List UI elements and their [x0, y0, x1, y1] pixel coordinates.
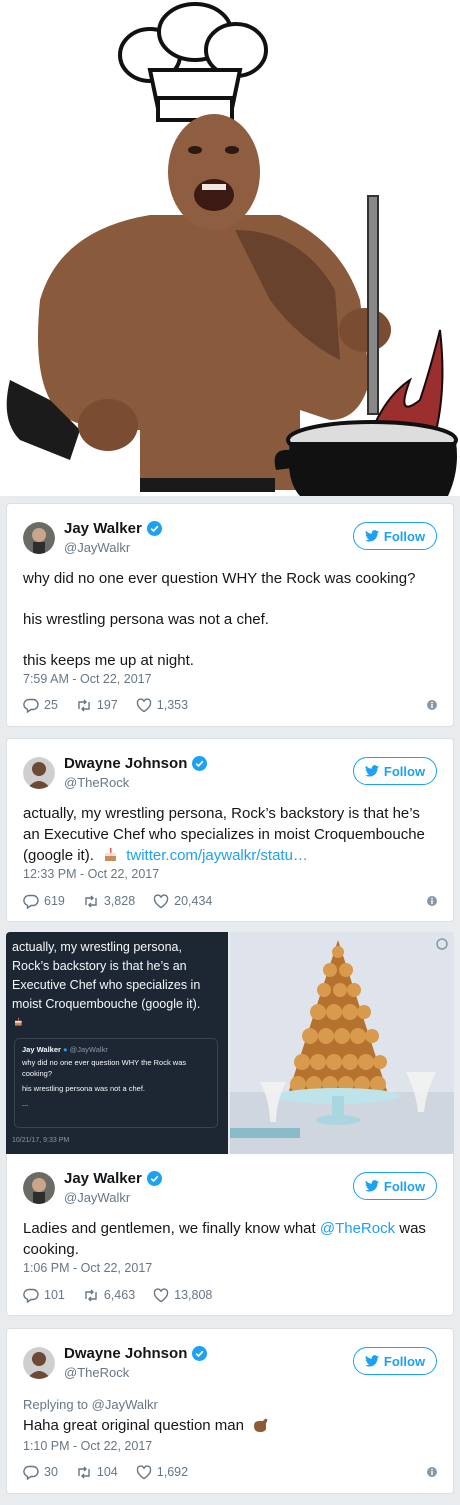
display-name[interactable]: Jay Walker — [64, 1170, 162, 1187]
follow-button[interactable]: Follow — [353, 1172, 437, 1200]
verified-badge-icon — [192, 756, 208, 771]
pot-icon — [274, 420, 458, 496]
avatar[interactable] — [23, 1172, 55, 1204]
twitter-bird-icon — [364, 1180, 379, 1192]
tweet-card: Jay Walker @JayWalkr Follow Ladies and g… — [6, 1154, 454, 1316]
screenshot-text: actually, my wrestling persona, Rock’s b… — [12, 938, 220, 1033]
reply-icon — [23, 698, 39, 713]
retweet-icon — [78, 1466, 90, 1478]
tweet-text: Ladies and gentlemen, we finally know wh… — [23, 1220, 426, 1258]
retweet-button[interactable]: 104 — [76, 1465, 118, 1480]
reply-icon — [23, 1465, 39, 1480]
tweet-text: Haha great original question man — [23, 1415, 439, 1436]
user-handle[interactable]: @TheRock — [64, 1365, 129, 1380]
tweet-card: Dwayne Johnson @TheRock Follow Replying … — [6, 1328, 454, 1494]
heart-icon — [136, 1464, 151, 1479]
follow-button[interactable]: Follow — [353, 757, 437, 785]
info-icon[interactable] — [427, 1467, 437, 1477]
tweet-card: Jay Walker @JayWalkr Follow why did no o… — [6, 503, 454, 727]
user-handle[interactable]: @JayWalkr — [64, 1190, 130, 1205]
croquembouche-photo — [230, 932, 454, 1154]
tweet-text: actually, my wrestling persona, Rock’s b… — [23, 805, 425, 864]
retweet-icon — [78, 699, 90, 711]
user-handle[interactable]: @TheRock — [64, 775, 129, 790]
user-handle[interactable]: @JayWalkr — [64, 540, 130, 555]
retweet-icon — [85, 1289, 97, 1301]
avatar[interactable] — [23, 757, 55, 789]
tweet-timestamp[interactable]: 7:59 AM - Oct 22, 2017 — [23, 672, 152, 686]
tweet-media[interactable]: actually, my wrestling persona, Rock’s b… — [6, 932, 454, 1154]
cake-icon — [15, 1017, 22, 1026]
like-button[interactable]: 1,692 — [136, 1464, 188, 1480]
reply-icon — [23, 894, 39, 909]
info-icon[interactable] — [427, 700, 437, 710]
screenshot-timestamp: 10/21/17, 9:33 PM — [12, 1137, 70, 1144]
display-name[interactable]: Dwayne Johnson — [64, 1345, 208, 1362]
mention-link[interactable]: @TheRock — [320, 1220, 395, 1237]
verified-badge-icon — [192, 1346, 208, 1361]
heart-icon — [153, 893, 169, 908]
tweet-actions: 30 104 1,692 — [23, 1463, 437, 1481]
tweet-text: why did no one ever question WHY the Roc… — [23, 570, 416, 669]
retweet-button[interactable]: 6,463 — [83, 1288, 135, 1303]
hero-image — [0, 0, 460, 496]
tweet-link[interactable]: twitter.com/jaywalkr/statu… — [126, 847, 308, 864]
display-name[interactable]: Dwayne Johnson — [64, 755, 208, 772]
reply-button[interactable]: 101 — [23, 1288, 65, 1303]
verified-badge-icon — [146, 1171, 162, 1186]
retweet-button[interactable]: 3,828 — [83, 894, 135, 909]
spoon-icon — [367, 195, 379, 415]
info-icon[interactable] — [427, 896, 437, 906]
cake-icon — [105, 848, 117, 861]
tweet-screenshot-image: actually, my wrestling persona, Rock’s b… — [6, 932, 228, 1154]
hand-gesture-icon — [254, 1418, 268, 1432]
like-button[interactable]: 20,434 — [153, 893, 212, 909]
retweet-icon — [85, 895, 97, 907]
follow-button[interactable]: Follow — [353, 522, 437, 550]
chef-illustration — [6, 2, 458, 496]
tweet-timestamp[interactable]: 12:33 PM - Oct 22, 2017 — [23, 867, 159, 881]
reply-button[interactable]: 30 — [23, 1465, 58, 1480]
tweet-card: Dwayne Johnson @TheRock Follow actually,… — [6, 738, 454, 922]
tweet-actions: 619 3,828 20,434 — [23, 892, 437, 910]
tweet-actions: 25 197 1,353 — [23, 696, 437, 714]
chef-hat-icon — [118, 2, 268, 122]
follow-button[interactable]: Follow — [353, 1347, 437, 1375]
heart-icon — [136, 697, 151, 712]
verified-badge-icon — [146, 521, 162, 536]
twitter-bird-icon — [364, 530, 379, 542]
twitter-bird-icon — [364, 1355, 379, 1367]
retweet-button[interactable]: 197 — [76, 698, 118, 713]
tweet-actions: 101 6,463 13,808 — [23, 1286, 437, 1304]
reply-button[interactable]: 25 — [23, 698, 58, 713]
like-button[interactable]: 1,353 — [136, 697, 188, 713]
heart-icon — [153, 1287, 169, 1302]
avatar[interactable] — [23, 522, 55, 554]
tweet-timestamp[interactable]: 1:10 PM - Oct 22, 2017 — [23, 1439, 152, 1453]
replying-to[interactable]: Replying to @JayWalkr — [23, 1397, 158, 1412]
avatar[interactable] — [23, 1347, 55, 1379]
tweet-timestamp[interactable]: 1:06 PM - Oct 22, 2017 — [23, 1261, 152, 1275]
like-button[interactable]: 13,808 — [153, 1287, 212, 1303]
quoted-tweet: Jay Walker ● @JayWalkr why did no one ev… — [14, 1038, 218, 1128]
reply-button[interactable]: 619 — [23, 894, 65, 909]
display-name[interactable]: Jay Walker — [64, 520, 162, 537]
reply-icon — [23, 1288, 39, 1303]
twitter-bird-icon — [364, 765, 379, 777]
